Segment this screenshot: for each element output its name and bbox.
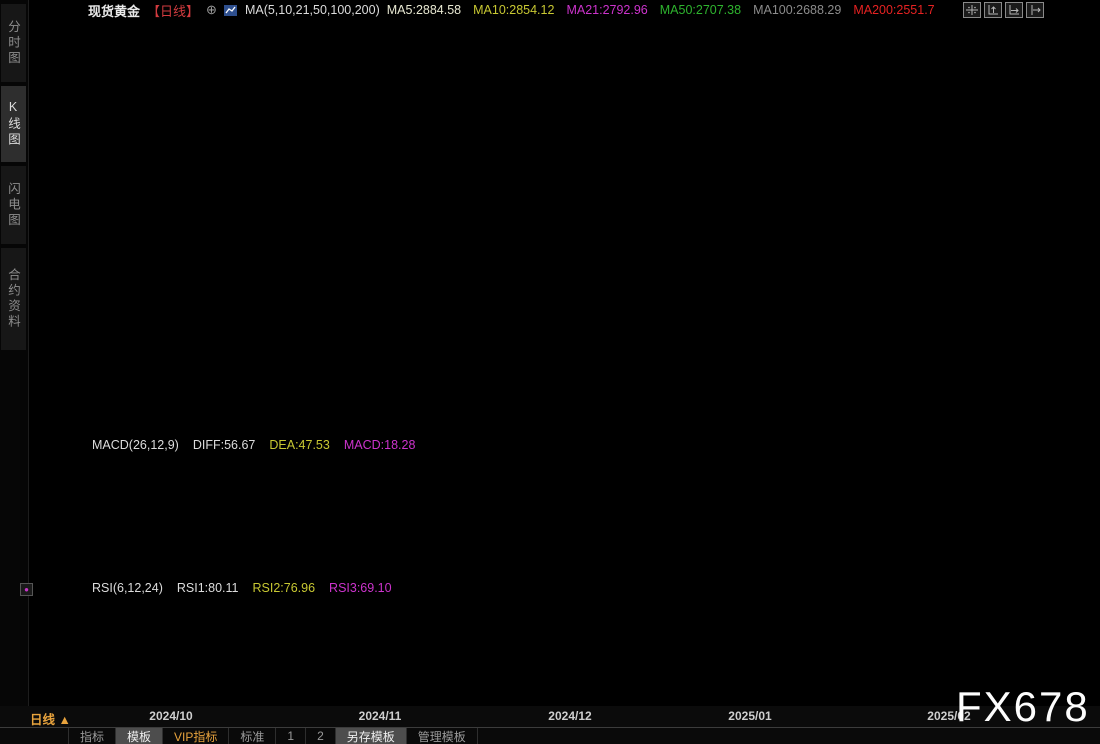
toolbar-item-2[interactable]: 2: [306, 728, 336, 744]
ma5-readout: MA5:2884.58: [386, 3, 462, 17]
sidebar-tab-timeshare[interactable]: 分时图: [1, 4, 26, 82]
expand-icon[interactable]: ⊕: [206, 2, 217, 18]
toolbar-label: 1: [287, 729, 295, 743]
rsi1-readout: RSI1:80.11: [176, 581, 239, 595]
bottom-toolbar: 指标 模板 VIP指标 标准 1 2 另存模板 管理模板: [0, 727, 1100, 744]
period-dropdown[interactable]: 日线 ▲: [30, 709, 71, 728]
toolbar-label: 指标: [80, 729, 105, 744]
rsi2-readout: RSI2:76.96: [252, 581, 316, 595]
sidebar-tab-label: 分时图: [6, 19, 20, 67]
sidebar-tab-label: 合约资料: [6, 268, 20, 330]
ma21-readout: MA21:2792.96: [566, 3, 648, 17]
crosshair-icon[interactable]: [963, 2, 981, 18]
sidebar-tab-lightning[interactable]: 闪电图: [1, 166, 26, 244]
zoom-axis-up-icon[interactable]: [984, 2, 1002, 18]
toolbar-item-vip-indicators[interactable]: VIP指标: [163, 728, 230, 744]
toolbar-item-standard[interactable]: 标准: [229, 728, 277, 744]
date-tick: 2024/11: [358, 709, 402, 723]
sidebar-tab-label: 闪电图: [6, 181, 20, 229]
rsi-panel-settings-icon[interactable]: ●: [20, 583, 33, 596]
sidebar-tab-label: K线图: [6, 100, 20, 148]
macd-dea-readout: DEA:47.53: [269, 438, 330, 452]
toolbar-label: 模板: [127, 729, 152, 744]
period-tag: 【日线】: [147, 3, 200, 19]
toolbar-item-indicators[interactable]: 指标: [68, 728, 117, 744]
ma10-readout: MA10:2854.12: [473, 3, 555, 17]
date-tick: 2024/12: [548, 709, 592, 723]
toolbar-label: 2: [317, 729, 324, 743]
toolbar-item-1[interactable]: 1: [276, 728, 307, 744]
ma-chart-icon: [223, 4, 237, 16]
ma50-readout: MA50:2707.38: [659, 3, 742, 17]
rsi3-readout: RSI3:69.10: [329, 581, 392, 595]
toolbar-label: 另存模板: [346, 729, 395, 744]
trading-app-window: 分时图 K线图 闪电图 合约资料 现货黄金 【日线】 ⊕ MA(5,10,21,…: [0, 0, 1100, 744]
left-tab-bar: 分时图 K线图 闪电图 合约资料: [0, 0, 29, 706]
chart-canvas[interactable]: [0, 0, 1100, 744]
macd-title: MACD(26,12,9): [92, 438, 179, 452]
macd-header: MACD(26,12,9) DIFF:56.67 DEA:47.53 MACD:…: [92, 438, 415, 452]
toolbar-label: 管理模板: [417, 729, 466, 744]
date-tick: 2024/10: [149, 709, 193, 723]
rsi-title: RSI(6,12,24): [92, 581, 163, 595]
symbol-name: 现货黄金: [88, 3, 141, 19]
ma-params-label: MA(5,10,21,50,100,200): [244, 3, 380, 17]
toolbar-label: VIP指标: [174, 729, 218, 744]
sidebar-tab-contract-info[interactable]: 合约资料: [1, 248, 26, 350]
date-tick: 2025/01: [728, 709, 772, 723]
chart-header: 现货黄金 【日线】 ⊕ MA(5,10,21,50,100,200) MA5:2…: [88, 0, 935, 20]
ma-readouts: MA5:2884.58 MA10:2854.12 MA21:2792.96 MA…: [387, 3, 935, 17]
ma200-readout: MA200:2551.7: [853, 3, 935, 17]
toolbar-item-manage-template[interactable]: 管理模板: [407, 728, 478, 744]
toolbar-item-template[interactable]: 模板: [116, 728, 164, 744]
rsi-header: RSI(6,12,24) RSI1:80.11 RSI2:76.96 RSI3:…: [92, 581, 392, 595]
toolbar-label: 标准: [240, 729, 265, 744]
macd-bar-readout: MACD:18.28: [343, 438, 416, 452]
toolbar-item-save-template[interactable]: 另存模板: [335, 728, 407, 744]
sidebar-tab-kline[interactable]: K线图: [1, 86, 26, 162]
pan-right-icon[interactable]: [1026, 2, 1044, 18]
time-axis-row: 日线 ▲ 2024/10 2024/11 2024/12 2025/01 202…: [0, 706, 1100, 727]
zoom-axis-right-icon[interactable]: [1005, 2, 1023, 18]
macd-diff-readout: DIFF:56.67: [192, 438, 256, 452]
ma100-readout: MA100:2688.29: [753, 3, 842, 17]
fx678-watermark: FX678: [956, 683, 1090, 730]
chart-control-icons: [963, 2, 1044, 18]
